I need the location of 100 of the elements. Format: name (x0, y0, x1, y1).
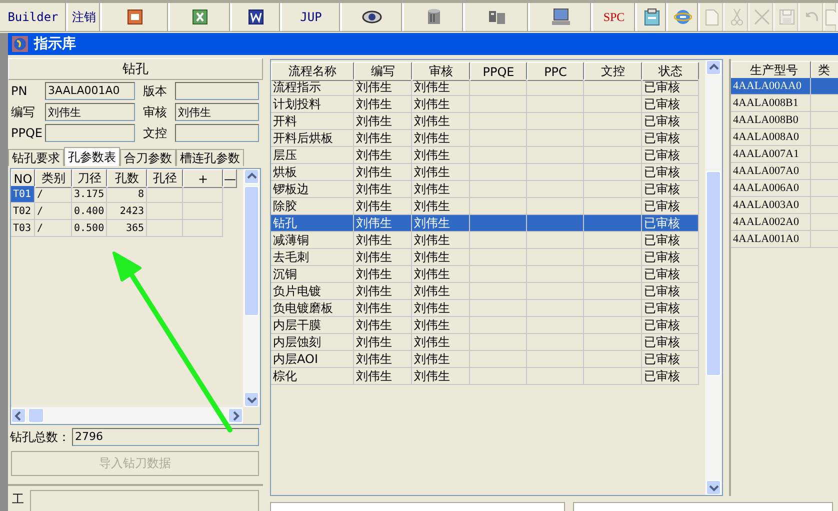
table-cell: 刘伟生 (412, 300, 470, 317)
table-cell: 已审核 (642, 317, 699, 334)
table-cell: 已审核 (642, 300, 699, 317)
computer-icon (550, 8, 570, 26)
tab[interactable]: 钻孔要求 (8, 149, 64, 166)
column-header[interactable]: 编写 (354, 62, 412, 81)
table-cell: 刘伟生 (354, 96, 412, 113)
table-cell (584, 79, 642, 96)
table-cell (527, 300, 584, 317)
tab[interactable]: 孔参数表 (64, 147, 120, 166)
table-cell (584, 351, 642, 368)
input-field[interactable]: 2796 (72, 428, 259, 446)
input-field[interactable]: 刘伟生 (45, 103, 135, 121)
servers-icon (488, 9, 506, 25)
table-cell: 刘伟生 (354, 181, 412, 198)
tab[interactable]: 合刀参数 (120, 149, 176, 166)
table-cell (527, 232, 584, 249)
column-header[interactable]: 刀径 (72, 169, 107, 188)
table-cell: 已审核 (642, 368, 699, 385)
table-cell: 开料后烘板 (271, 130, 354, 147)
table-cell: 刘伟生 (354, 334, 412, 351)
horizontal-scrollbar[interactable] (11, 407, 243, 424)
table-cell[interactable]: 4AALA008A0 (731, 129, 811, 146)
table-cell[interactable]: 4AALA008B1 (731, 95, 811, 112)
table-cell: 刘伟生 (412, 96, 470, 113)
table-cell (470, 249, 527, 266)
table-cell (147, 203, 183, 220)
table-cell[interactable]: 4AALA003A0 (731, 197, 811, 214)
table-cell: / (35, 220, 72, 237)
table-cell (584, 113, 642, 130)
table-cell[interactable]: 4AALA00AA0 (731, 78, 811, 95)
scrollbar-thumb[interactable] (28, 408, 44, 423)
table-cell: 沉铜 (271, 266, 354, 283)
table-cell (470, 317, 527, 334)
column-header[interactable]: 审核 (412, 62, 470, 81)
table-cell[interactable]: 4AALA002A0 (731, 214, 811, 231)
scrollbar-thumb[interactable] (706, 171, 721, 376)
table-cell: 已审核 (642, 351, 699, 368)
table-cell: 刘伟生 (354, 79, 412, 96)
column-header[interactable]: — (223, 169, 237, 188)
input-field[interactable] (175, 124, 259, 142)
input-field[interactable] (175, 82, 259, 100)
table-cell: 刘伟生 (354, 215, 412, 232)
window-title: 指示库 (34, 35, 76, 53)
table-cell: T02 (11, 203, 35, 220)
section-header: 钻孔 (8, 58, 263, 80)
table-cell[interactable]: 4AALA001A0 (731, 231, 811, 248)
column-header[interactable]: 文控 (584, 62, 642, 81)
table-cell: 刘伟生 (354, 351, 412, 368)
column-header[interactable]: 类别 (35, 169, 72, 188)
column-header[interactable]: PPC (527, 62, 584, 81)
table-cell[interactable]: 4AALA006A0 (731, 180, 811, 197)
column-header[interactable]: 状态 (642, 62, 699, 81)
table-cell (470, 147, 527, 164)
table-cell (527, 368, 584, 385)
table-cell: 已审核 (642, 96, 699, 113)
table-cell (470, 266, 527, 283)
save-icon (778, 9, 794, 25)
table-cell (470, 300, 527, 317)
input-field[interactable] (45, 124, 135, 142)
table-cell (584, 300, 642, 317)
table-cell (527, 181, 584, 198)
table-cell: 已审核 (642, 181, 699, 198)
table-cell: 内层干膜 (271, 317, 354, 334)
table-cell (183, 186, 223, 203)
tab[interactable]: 槽连孔参数 (176, 149, 244, 166)
table-cell (584, 147, 642, 164)
table-cell: 计划投料 (271, 96, 354, 113)
table-cell: 刘伟生 (412, 368, 470, 385)
table-cell (584, 164, 642, 181)
table-cell (584, 283, 642, 300)
field-label: PPQE (11, 126, 43, 140)
column-header[interactable]: 孔径 (147, 169, 183, 188)
table-cell: 刘伟生 (412, 317, 470, 334)
table-cell[interactable]: 4AALA007A1 (731, 146, 811, 163)
input-field[interactable]: 3AALA001A0 (45, 82, 135, 100)
page-icon (704, 8, 718, 26)
table-cell (584, 249, 642, 266)
table-cell (183, 203, 223, 220)
scrollbar-thumb[interactable] (244, 186, 259, 316)
column-header[interactable]: 流程名称 (271, 62, 354, 81)
table-cell: 刘伟生 (354, 147, 412, 164)
column-header[interactable]: PPQE (470, 62, 527, 81)
column-header[interactable]: + (183, 169, 223, 188)
table-cell (584, 96, 642, 113)
table-cell: 钻孔 (271, 215, 354, 232)
table-cell[interactable]: 4AALA007A0 (731, 163, 811, 180)
field-label: 编写 (11, 104, 36, 120)
table-cell: 刘伟生 (354, 300, 412, 317)
vertical-scrollbar[interactable] (243, 169, 260, 407)
input-field[interactable]: 刘伟生 (175, 103, 259, 121)
clipboard-icon (642, 8, 660, 26)
table-cell: 去毛刺 (271, 249, 354, 266)
table-cell[interactable]: 4AALA008B0 (731, 112, 811, 129)
table-cell (584, 368, 642, 385)
table-cell: 内层蚀刻 (271, 334, 354, 351)
vertical-scrollbar[interactable] (705, 60, 722, 495)
table-cell: 已审核 (642, 266, 699, 283)
column-header[interactable]: 孔数 (107, 169, 147, 188)
table-cell (527, 334, 584, 351)
